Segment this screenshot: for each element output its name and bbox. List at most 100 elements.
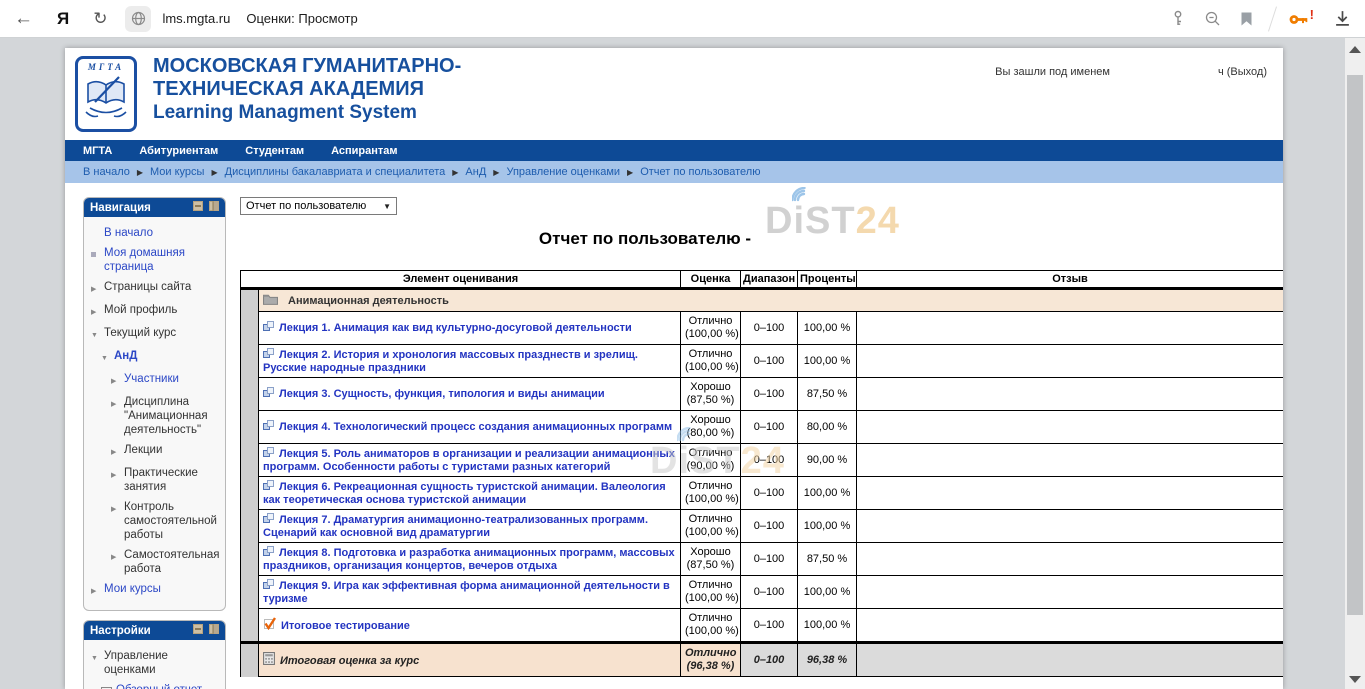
sidebar-item[interactable]: ▶Лекции <box>110 440 221 463</box>
navbar-item[interactable]: Студентам <box>245 145 304 157</box>
navbar-item[interactable]: МГТА <box>83 145 112 157</box>
sidebar: Навигация В началоМоя домашняя страница▶… <box>83 197 226 689</box>
feedback-cell <box>857 576 1284 609</box>
back-icon[interactable]: ← <box>14 8 33 30</box>
grade-table-header: Диапазон <box>741 271 798 289</box>
grade-item-cell: Лекция 4. Технологический процесс создан… <box>259 411 681 444</box>
percent-cell: 100,00 % <box>798 609 857 643</box>
grade-item-cell: Итоговая оценка за курс <box>259 643 681 677</box>
sidebar-item[interactable]: ▶Контроль самостоятельной работы <box>110 497 221 545</box>
grade-item-link[interactable]: Лекция 9. Игра как эффективная форма ани… <box>263 580 670 605</box>
tree-collapsed-icon: ▶ <box>111 548 124 576</box>
grade-row: Итоговое тестированиеОтлично (100,00 %)0… <box>241 609 1284 643</box>
row-indent-cell <box>241 643 259 677</box>
scroll-up-icon[interactable] <box>1349 46 1361 53</box>
report-type-select[interactable]: Отчет по пользователю ▼ <box>240 197 397 215</box>
browser-toolbar: ← Я ↻ lms.mgta.ru Оценки: Просмотр ! <box>0 0 1365 38</box>
page-content: Навигация В началоМоя домашняя страница▶… <box>65 183 1283 689</box>
breadcrumb-link[interactable]: Отчет по пользователю <box>640 166 760 178</box>
navbar-item[interactable]: Абитуриентам <box>139 145 218 157</box>
breadcrumb-link[interactable]: Мои курсы <box>150 166 204 178</box>
sidebar-item[interactable]: ▼Текущий курс <box>90 323 221 346</box>
grade-item-link[interactable]: Лекция 3. Сущность, функция, типология и… <box>279 388 605 400</box>
download-icon[interactable] <box>1334 10 1351 27</box>
tree-none-icon <box>91 226 104 240</box>
sidebar-item-label: Мой профиль <box>104 303 177 320</box>
grade-item-cell: Лекция 3. Сущность, функция, типология и… <box>259 378 681 411</box>
block-collapse-icon[interactable] <box>193 624 203 634</box>
navbar-item[interactable]: Аспирантам <box>331 145 397 157</box>
sidebar-item[interactable]: ▶Мои курсы <box>90 579 221 602</box>
refresh-icon[interactable]: ↻ <box>93 9 107 29</box>
navigation-tree: В началоМоя домашняя страница▶Страницы с… <box>90 223 221 602</box>
breadcrumb-link[interactable]: Управление оценками <box>506 166 620 178</box>
quiz-icon <box>263 617 276 633</box>
feedback-cell <box>857 510 1284 543</box>
scroll-down-icon[interactable] <box>1349 676 1361 683</box>
grade-item-link[interactable]: Лекция 5. Роль аниматоров в организации … <box>263 448 675 473</box>
percent-cell: 100,00 % <box>798 477 857 510</box>
grade-cell: Хорошо (87,50 %) <box>681 543 741 576</box>
grade-item-cell: Лекция 6. Рекреационная сущность туристс… <box>259 477 681 510</box>
protect-key-icon[interactable]: ! <box>1289 11 1310 27</box>
site-globe-icon[interactable] <box>125 6 151 32</box>
yandex-browser-icon[interactable]: Я <box>57 9 69 29</box>
sidebar-item[interactable]: ▼АнД <box>100 346 221 369</box>
sidebar-item[interactable]: ▼Управление оценками <box>90 646 221 680</box>
grade-row: Лекция 7. Драматургия анимационно-театра… <box>241 510 1284 543</box>
feedback-cell <box>857 643 1284 677</box>
percent-cell: 87,50 % <box>798 543 857 576</box>
tree-collapsed-icon: ▶ <box>111 372 124 389</box>
grade-item-link[interactable]: Итоговое тестирование <box>281 620 410 632</box>
sidebar-item-label: Самостоятельная работа <box>124 548 220 576</box>
percent-cell: 100,00 % <box>798 312 857 345</box>
breadcrumb-link[interactable]: Дисциплины бакалавриата и специалитета <box>225 166 446 178</box>
bookmark-icon[interactable] <box>1241 12 1252 26</box>
grade-item-link[interactable]: Лекция 2. История и хронология массовых … <box>263 349 638 374</box>
sidebar-item[interactable]: ▶Мой профиль <box>90 300 221 323</box>
breadcrumb-separator-icon: ▶ <box>493 168 499 177</box>
grade-item-link[interactable]: Лекция 6. Рекреационная сущность туристс… <box>263 481 666 506</box>
breadcrumb-link[interactable]: АнД <box>465 166 486 178</box>
sidebar-item[interactable]: Моя домашняя страница <box>90 243 221 277</box>
feedback-cell <box>857 411 1284 444</box>
row-indent-cell <box>241 312 259 345</box>
lesson-icon <box>263 513 274 527</box>
scrollbar-thumb[interactable] <box>1347 75 1363 615</box>
zoom-out-icon[interactable] <box>1205 11 1221 27</box>
grade-item-link[interactable]: Лекция 4. Технологический процесс создан… <box>279 421 672 433</box>
sidebar-item-label: Мои курсы <box>104 582 161 599</box>
range-cell: 0–100 <box>741 444 798 477</box>
grade-cell: Отлично (100,00 %) <box>681 345 741 378</box>
sidebar-item[interactable]: В начало <box>90 223 221 243</box>
sidebar-item[interactable]: ▶Дисциплина "Анимационная деятельность" <box>110 392 221 440</box>
percent-cell: 100,00 % <box>798 345 857 378</box>
breadcrumb-link[interactable]: В начало <box>83 166 130 178</box>
feedback-cell <box>857 378 1284 411</box>
row-indent-cell <box>241 543 259 576</box>
category-label: Анимационная деятельность <box>288 295 449 307</box>
sidebar-item[interactable]: ▶Страницы сайта <box>90 277 221 300</box>
password-key-icon[interactable] <box>1171 10 1185 27</box>
logout-link[interactable]: ч (Выход) <box>1218 66 1267 78</box>
block-collapse-icon[interactable] <box>193 201 203 211</box>
sidebar-item[interactable]: Обзорный отчет <box>100 680 221 689</box>
sidebar-item[interactable]: ▶Участники <box>110 369 221 392</box>
sidebar-item[interactable]: ▶Практические занятия <box>110 463 221 497</box>
block-dock-icon[interactable] <box>209 624 219 634</box>
grade-item-link[interactable]: Лекция 1. Анимация как вид культурно-дос… <box>279 322 632 334</box>
breadcrumb-separator-icon: ▶ <box>452 168 458 177</box>
percent-cell: 87,50 % <box>798 378 857 411</box>
tree-report-icon <box>101 684 114 689</box>
sidebar-item[interactable]: ▶Самостоятельная работа <box>110 545 221 579</box>
grade-row: Лекция 5. Роль аниматоров в организации … <box>241 444 1284 477</box>
address-url[interactable]: lms.mgta.ru <box>162 11 230 26</box>
grade-item-link[interactable]: Лекция 8. Подготовка и разработка анимац… <box>263 547 675 572</box>
block-dock-icon[interactable] <box>209 201 219 211</box>
report-title: Отчет по пользователю - <box>240 229 1050 249</box>
sidebar-item-label: Контроль самостоятельной работы <box>124 500 220 542</box>
grade-item-link[interactable]: Лекция 7. Драматургия анимационно-театра… <box>263 514 648 539</box>
settings-block: Настройки ▼Управление оценкамиОбзорный о… <box>83 620 226 689</box>
row-indent-cell <box>241 477 259 510</box>
vertical-scrollbar[interactable] <box>1345 38 1365 689</box>
